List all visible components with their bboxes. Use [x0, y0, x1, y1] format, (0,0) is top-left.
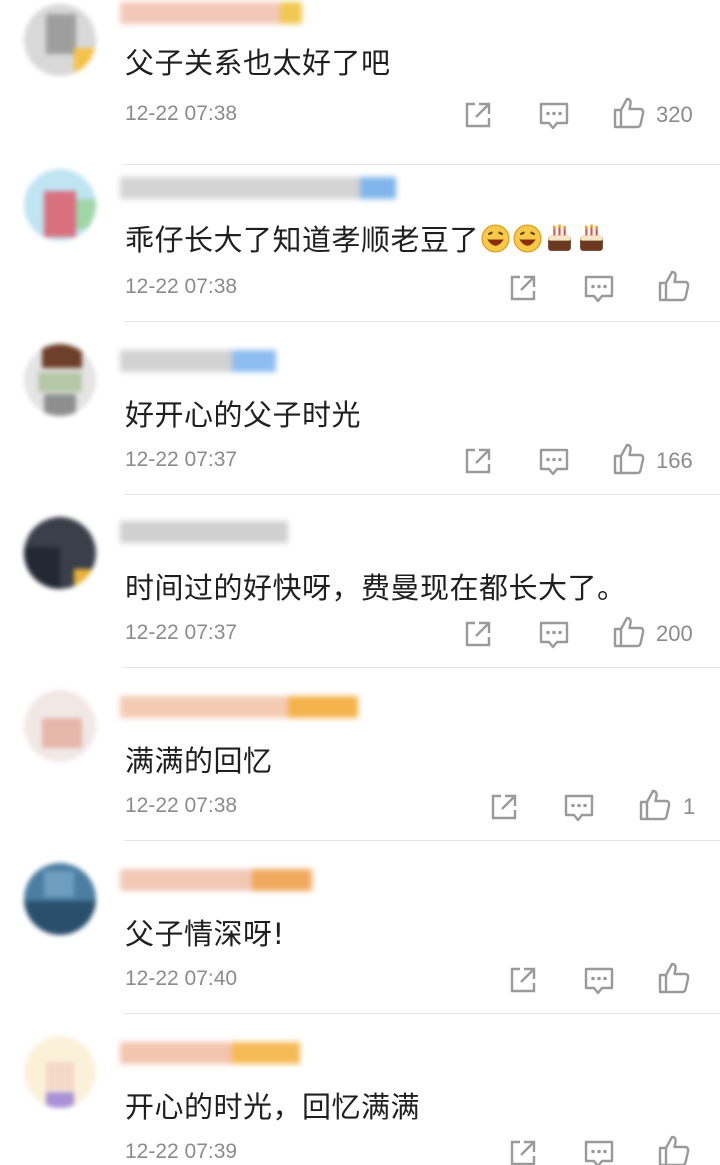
share-button[interactable]	[461, 444, 495, 478]
timestamp: 12-22 07:38	[125, 794, 238, 817]
comment-item: 父子关系也太好了吧 12-22 07:38 320	[0, 0, 720, 165]
share-icon	[465, 448, 491, 474]
like-count: 320	[656, 102, 693, 127]
avatar[interactable]	[24, 517, 96, 589]
like-count: 200	[656, 621, 693, 646]
comment-item: 时间过的好快呀，费曼现在都长大了。 12-22 07:37 200	[0, 495, 720, 668]
comment-text: 父子关系也太好了吧	[125, 46, 391, 80]
timestamp: 12-22 07:37	[125, 448, 238, 471]
thumbs-up-icon	[658, 962, 690, 994]
comment-icon	[584, 1140, 614, 1165]
like-count: 166	[656, 448, 693, 473]
reply-button[interactable]	[537, 98, 571, 132]
comment-text: 满满的回忆	[125, 744, 273, 778]
share-button[interactable]	[506, 1136, 540, 1165]
comment-feed: 父子关系也太好了吧 12-22 07:38 320 乖仔长大了知道孝顺老豆了 1…	[0, 0, 720, 1165]
thumbs-up-icon	[658, 1135, 690, 1165]
timestamp: 12-22 07:37	[125, 621, 238, 644]
share-icon	[510, 1140, 536, 1165]
username-blurred[interactable]	[120, 175, 396, 201]
laugh-emoji	[480, 223, 511, 261]
reply-button[interactable]	[537, 444, 571, 478]
reply-button[interactable]	[537, 617, 571, 651]
share-icon	[465, 102, 491, 128]
thumbs-up-icon	[658, 270, 690, 302]
like-button[interactable]	[612, 96, 646, 130]
reply-button[interactable]	[582, 271, 616, 305]
thumbs-up-icon	[613, 616, 645, 648]
avatar[interactable]	[24, 1036, 96, 1108]
username-blurred[interactable]	[120, 519, 288, 545]
share-icon	[510, 275, 536, 301]
comment-item: 开心的时光，回忆满满 12-22 07:39	[0, 1014, 720, 1165]
username-blurred[interactable]	[120, 0, 302, 26]
comment-item: 父子情深呀! 12-22 07:40	[0, 841, 720, 1014]
username-blurred[interactable]	[120, 867, 312, 893]
comment-text: 乖仔长大了知道孝顺老豆了	[125, 217, 607, 261]
like-button[interactable]	[612, 442, 646, 476]
comment-item: 好开心的父子时光 12-22 07:37 166	[0, 322, 720, 495]
share-button[interactable]	[506, 271, 540, 305]
share-icon	[510, 967, 536, 993]
timestamp: 12-22 07:38	[125, 102, 238, 125]
username-blurred[interactable]	[120, 348, 276, 374]
like-count: 1	[683, 794, 696, 819]
share-icon	[491, 794, 517, 820]
thumbs-up-icon	[613, 97, 645, 129]
cake-emoji	[576, 223, 607, 261]
reply-button[interactable]	[582, 963, 616, 997]
comment-icon	[584, 967, 614, 995]
like-button[interactable]	[638, 788, 672, 822]
thumbs-up-icon	[639, 789, 671, 821]
avatar[interactable]	[24, 169, 96, 241]
share-icon	[465, 621, 491, 647]
comment-text: 好开心的父子时光	[125, 398, 362, 432]
comment-icon	[584, 275, 614, 303]
username-blurred[interactable]	[120, 1040, 300, 1066]
like-button[interactable]	[657, 269, 691, 303]
avatar[interactable]	[24, 690, 96, 762]
thumbs-up-icon	[613, 443, 645, 475]
comment-icon	[539, 448, 569, 476]
reply-button[interactable]	[582, 1136, 616, 1165]
cake-emoji	[544, 223, 575, 261]
comment-icon	[539, 102, 569, 130]
timestamp: 12-22 07:38	[125, 275, 238, 298]
share-button[interactable]	[506, 963, 540, 997]
comment-item: 满满的回忆 12-22 07:38 1	[0, 668, 720, 841]
username-blurred[interactable]	[120, 694, 358, 720]
comment-icon	[564, 794, 594, 822]
share-button[interactable]	[487, 790, 521, 824]
avatar[interactable]	[24, 4, 96, 76]
laugh-emoji	[512, 223, 543, 261]
like-button[interactable]	[612, 615, 646, 649]
comment-text: 开心的时光，回忆满满	[125, 1090, 421, 1124]
comment-icon	[539, 621, 569, 649]
comment-text: 时间过的好快呀，费曼现在都长大了。	[125, 571, 627, 605]
timestamp: 12-22 07:40	[125, 967, 238, 990]
timestamp: 12-22 07:39	[125, 1140, 238, 1163]
avatar[interactable]	[24, 863, 96, 935]
share-button[interactable]	[461, 98, 495, 132]
like-button[interactable]	[657, 961, 691, 995]
comment-item: 乖仔长大了知道孝顺老豆了 12-22 07:38	[0, 149, 720, 322]
comment-text-label: 乖仔长大了知道孝顺老豆了	[125, 223, 480, 257]
reply-button[interactable]	[562, 790, 596, 824]
comment-text: 父子情深呀!	[125, 917, 285, 951]
like-button[interactable]	[657, 1134, 691, 1165]
avatar[interactable]	[24, 344, 96, 416]
share-button[interactable]	[461, 617, 495, 651]
